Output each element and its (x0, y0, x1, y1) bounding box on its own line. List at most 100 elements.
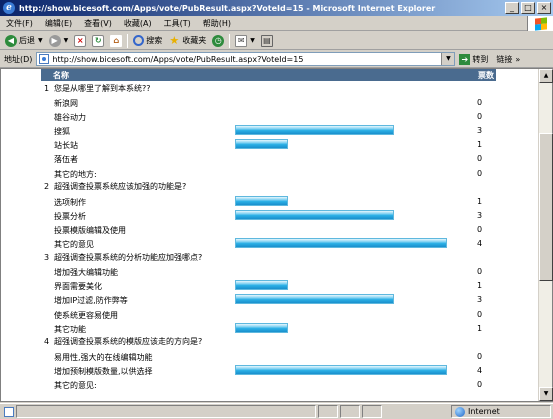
address-dropdown-icon[interactable]: ▼ (441, 53, 455, 65)
refresh-button[interactable]: ↻ (89, 33, 107, 49)
history-button[interactable]: ◷ (209, 33, 227, 49)
option-label: 新浪网 (54, 99, 78, 109)
address-input[interactable]: http://show.bicesoft.com/Apps/vote/PubRe… (36, 52, 456, 66)
option-label: 落伍者 (54, 155, 78, 165)
question-row: 3 超强调查投票系统的分析功能应加强哪点? (41, 250, 496, 264)
vote-results-table: 名称 票数 1 您是从哪里了解到本系统?? 新浪网 0 雄谷动力 0 搜狐 3 站长站 1 落伍者 0… (41, 69, 496, 391)
status-bar: Internet (0, 403, 553, 419)
back-button[interactable]: ◀ 后退 ▼ (2, 33, 46, 49)
results-body: 1 您是从哪里了解到本系统?? 新浪网 0 雄谷动力 0 搜狐 3 站长站 1 落伍者 0 其它的地方:… (41, 81, 496, 391)
scroll-down-icon[interactable]: ▼ (539, 387, 553, 401)
option-row: 界面需要美化 1 (41, 278, 496, 292)
menu-help[interactable]: 帮助(H) (197, 18, 237, 29)
status-page-icon (4, 406, 14, 417)
question-number: 4 (44, 337, 50, 347)
forward-arrow-icon: ▶ (48, 34, 61, 47)
menu-tools[interactable]: 工具(T) (158, 18, 197, 29)
vote-count: 1 (477, 323, 483, 333)
vote-bar (235, 125, 394, 136)
question-number: 2 (44, 182, 50, 192)
question-number: 1 (44, 83, 50, 93)
page-content: 名称 票数 1 您是从哪里了解到本系统?? 新浪网 0 雄谷动力 0 搜狐 3 站长站 1 落伍者 0… (0, 68, 553, 402)
scroll-up-icon[interactable]: ▲ (539, 69, 553, 83)
go-button[interactable]: ➔ 转到 (459, 53, 488, 65)
favorites-star-icon: ★ (169, 33, 180, 47)
forward-button[interactable]: ▶ ▼ (46, 33, 72, 49)
menu-file[interactable]: 文件(F) (0, 18, 39, 29)
windows-logo-icon (527, 16, 553, 31)
address-bar: 地址(D) http://show.bicesoft.com/Apps/vote… (0, 51, 553, 68)
back-label: 后退 (19, 36, 35, 45)
mail-button[interactable]: ✉ ▼ (232, 33, 258, 49)
print-button[interactable]: ▤ (258, 33, 276, 49)
vote-count: 0 (477, 267, 483, 277)
option-row: 增加预制模版数量,以供选择 4 (41, 363, 496, 377)
option-label: 使系统更容易使用 (54, 310, 118, 320)
option-label: 界面需要美化 (54, 282, 102, 292)
header-votes: 票数 (478, 70, 494, 80)
vertical-scrollbar[interactable]: ▲ ▼ (538, 69, 553, 401)
vote-count: 1 (477, 196, 483, 206)
print-icon: ▤ (260, 34, 273, 47)
option-row: 投票模版编辑及使用 0 (41, 222, 496, 236)
question-number: 3 (44, 252, 50, 262)
option-row: 站长站 1 (41, 137, 496, 151)
vote-count: 0 (477, 168, 483, 178)
option-label: 雄谷动力 (54, 113, 86, 123)
option-label: 增加IP过滤,防作弊等 (54, 296, 128, 306)
question-row: 1 您是从哪里了解到本系统?? (41, 81, 496, 95)
close-button[interactable]: × (537, 2, 551, 14)
option-row: 落伍者 0 (41, 151, 496, 165)
question-text: 超强调查投票系统应该加强的功能是? (54, 182, 187, 192)
maximize-button[interactable]: □ (521, 2, 535, 14)
history-icon: ◷ (212, 34, 225, 47)
option-label: 搜狐 (54, 127, 70, 137)
links-chevron-icon: » (515, 54, 521, 64)
home-icon: ⌂ (110, 34, 123, 47)
vote-count: 0 (477, 224, 483, 234)
menu-view[interactable]: 查看(V) (78, 18, 118, 29)
stop-button[interactable]: × (71, 33, 89, 49)
option-label: 其它的意见 (54, 240, 94, 250)
question-text: 超强调查投票系统的分析功能应加强哪点? (54, 252, 203, 262)
option-row: 新浪网 0 (41, 95, 496, 109)
scroll-thumb[interactable] (539, 133, 553, 281)
question-text: 您是从哪里了解到本系统?? (54, 83, 151, 93)
vote-count: 0 (477, 154, 483, 164)
home-button[interactable]: ⌂ (107, 33, 125, 49)
minimize-button[interactable]: _ (505, 2, 519, 14)
search-label: 搜索 (146, 36, 163, 45)
go-arrow-icon: ➔ (459, 53, 471, 65)
menu-favorites[interactable]: 收藏(A) (118, 18, 158, 29)
vote-bar (235, 195, 288, 206)
toolbar: ◀ 后退 ▼ ▶ ▼ × ↻ ⌂ 搜索 ★ 收藏夹 ◷ ✉ ▼ ▤ (0, 32, 553, 50)
forward-dropdown-icon[interactable]: ▼ (64, 37, 69, 44)
mail-dropdown-icon[interactable]: ▼ (250, 37, 255, 44)
links-button[interactable]: 链接» (496, 54, 520, 65)
option-label: 投票分析 (54, 211, 86, 221)
option-label: 站长站 (54, 141, 78, 151)
favorites-button[interactable]: ★ 收藏夹 (165, 33, 209, 49)
option-label: 其它的地方: (54, 169, 97, 179)
option-row: 易用性,强大的在线编辑功能 0 (41, 349, 496, 363)
option-row: 使系统更容易使用 0 (41, 307, 496, 321)
refresh-icon: ↻ (92, 34, 105, 47)
vote-count: 0 (477, 351, 483, 361)
option-row: 投票分析 3 (41, 208, 496, 222)
option-label: 选项制作 (54, 197, 86, 207)
vote-count: 3 (477, 295, 483, 305)
vote-count: 4 (477, 365, 483, 375)
question-text: 超强调查投票系统的模版应该走的方向是? (54, 337, 203, 347)
vote-count: 1 (477, 140, 483, 150)
window-title: http://show.bicesoft.com/Apps/vote/PubRe… (19, 3, 436, 13)
vote-count: 1 (477, 281, 483, 291)
menu-edit[interactable]: 编辑(E) (39, 18, 78, 29)
address-url[interactable]: http://show.bicesoft.com/Apps/vote/PubRe… (52, 55, 303, 64)
option-label: 其它的意见: (54, 380, 97, 390)
option-row: 其它功能 1 (41, 321, 496, 335)
option-label: 增加强大编辑功能 (54, 268, 118, 278)
links-label: 链接 (496, 54, 513, 64)
search-button[interactable]: 搜索 (130, 33, 165, 49)
question-row: 2 超强调查投票系统应该加强的功能是? (41, 180, 496, 194)
back-dropdown-icon[interactable]: ▼ (38, 37, 43, 44)
